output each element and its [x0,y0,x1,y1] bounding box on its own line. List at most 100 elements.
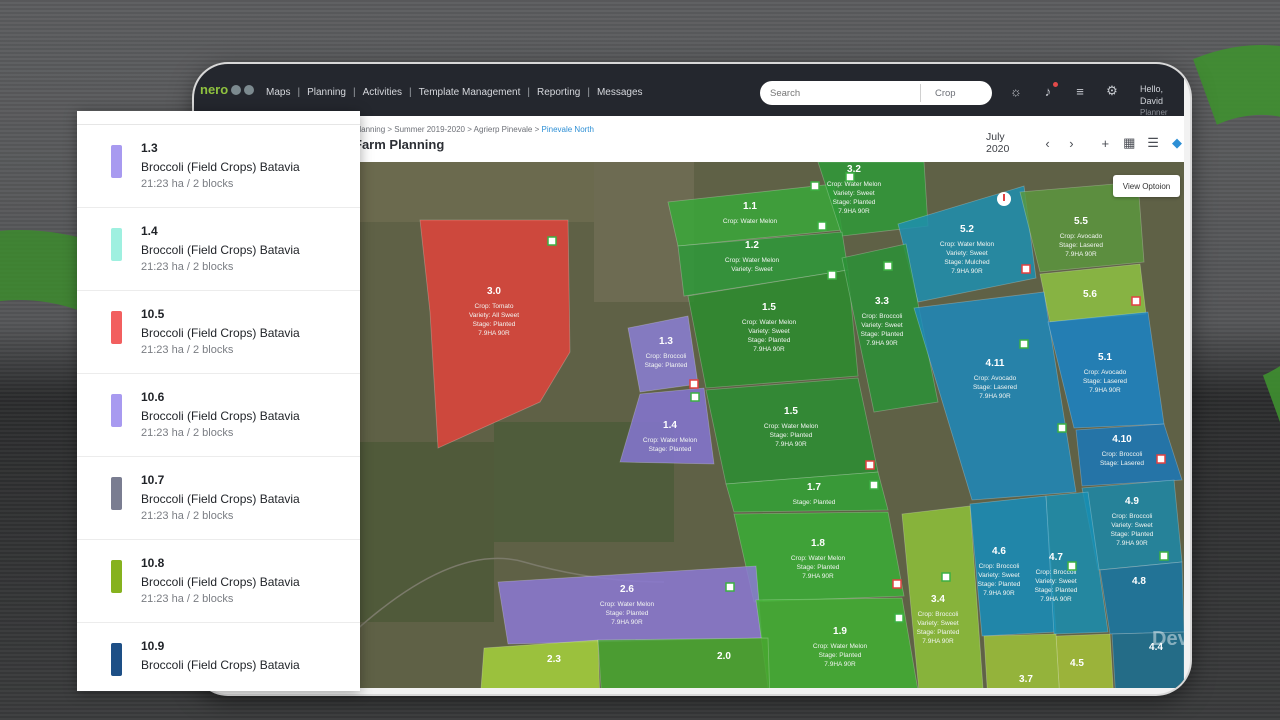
map-field [354,162,604,222]
block-crop-name: Broccoli (Field Crops) Batavia [141,409,300,423]
block-list-item[interactable]: 1.4 Broccoli (Field Crops) Batavia 21:23 h… [77,208,360,291]
plot-detail-text: Stage: Planted [797,564,840,571]
map-view-icon[interactable]: ◆ [1170,135,1184,151]
plot-detail-text: Crop: Water Melon [723,218,778,225]
block-list-item[interactable]: 10.8 Broccoli (Field Crops) Batavia 21:23 … [77,540,360,623]
add-icon[interactable]: + [1098,136,1112,151]
plot-status-marker-icon[interactable] [689,379,699,389]
block-area: 21:23 ha / 2 blocks [141,510,234,522]
block-number: 10.6 [141,390,165,404]
plot-status-marker-icon[interactable] [894,613,904,623]
block-list-item[interactable]: 10.6 Broccoli (Field Crops) Batavia 21:23 … [77,374,360,457]
calendar-icon[interactable]: ▦ [1122,135,1136,151]
plot-status-marker-icon[interactable] [827,270,837,280]
weather-icon[interactable]: ☼ [1009,84,1023,99]
color-swatch [111,643,122,676]
plot-detail-text: Variety: Sweet [731,266,773,273]
notification-bell-icon[interactable]: ♪ [1041,82,1058,99]
list-view-icon[interactable]: ☰ [1146,135,1160,151]
plot-status-marker-icon[interactable] [1159,551,1169,561]
field-plot[interactable] [705,377,879,485]
plot-status-marker-icon[interactable] [1131,296,1141,306]
color-swatch [111,394,122,427]
search-filter-select[interactable]: Crop [921,88,956,99]
field-plot[interactable] [1099,561,1184,635]
plot-detail-text: 7.9HA 90R [1116,540,1148,547]
block-number: 10.8 [141,556,165,570]
plot-detail-text: Variety: Sweet [1035,578,1077,585]
plot-id-label: 4.10 [1112,434,1132,445]
plot-id-label: 1.1 [743,201,757,212]
plot-detail-text: Crop: Water Melon [791,555,846,562]
plot-status-marker-icon[interactable] [1021,264,1031,274]
plot-id-label: 4.8 [1132,576,1146,587]
block-list-item[interactable]: 10.5 Broccoli (Field Crops) Batavia 21:23 … [77,291,360,374]
plot-id-label: 1.5 [784,406,798,417]
plot-detail-text: Stage: Lasered [1100,460,1144,467]
plot-detail-text: Crop: Avocado [1084,369,1127,376]
field-plot[interactable] [480,639,600,688]
chevron-left-icon[interactable]: ‹ [1041,136,1055,151]
breadcrumb-item[interactable]: Agrierp Pinevale [474,125,533,134]
sliders-icon[interactable]: ≡ [1073,84,1087,99]
plot-status-marker-icon[interactable] [690,392,700,402]
plot-status-marker-icon[interactable] [725,582,735,592]
breadcrumb-item[interactable]: Summer 2019-2020 [394,125,465,134]
plot-status-marker-icon[interactable] [1057,423,1067,433]
block-list-item[interactable]: 10.9 Broccoli (Field Crops) Batavia [77,623,360,691]
user-greeting[interactable]: Hello, David Planner [1140,83,1184,119]
plot-detail-text: Variety: Sweet [833,190,875,197]
block-number: 1.4 [141,224,158,238]
plot-status-marker-icon[interactable] [845,172,855,182]
plot-detail-text: Crop: Water Melon [940,241,995,248]
plot-status-marker-icon[interactable] [547,236,557,246]
color-swatch [111,228,122,261]
plot-status-marker-icon[interactable] [941,572,951,582]
plot-detail-text: Crop: Water Melon [643,437,698,444]
plot-id-label: 1.3 [659,336,673,347]
block-list-item[interactable]: 10.7 Broccoli (Field Crops) Batavia 21:23 … [77,457,360,540]
plot-detail-text: Stage: Planted [649,446,692,453]
nav-messages[interactable]: Messages [590,87,650,98]
plot-status-marker-icon[interactable] [892,579,902,589]
block-area: 21:23 ha / 2 blocks [141,261,234,273]
plot-detail-text: 7.9HA 90R [1089,387,1121,394]
block-crop-name: Broccoli (Field Crops) Batavia [141,243,300,257]
block-area: 21:23 ha / 2 blocks [141,178,234,190]
page-title: Farm Planning [354,137,445,152]
gear-icon[interactable]: ⚙ [1105,83,1119,98]
plot-id-label: 3.7 [1019,674,1033,685]
plot-id-label: 1.7 [807,482,821,493]
plot-status-marker-icon[interactable] [1156,454,1166,464]
plot-detail-text: Crop: Broccoli [646,353,687,360]
notification-badge [1053,82,1058,87]
block-list-item[interactable]: 1.3 Broccoli (Field Crops) Batavia 21:23 h… [77,125,360,208]
chevron-right-icon[interactable]: › [1065,136,1079,151]
plot-id-label: 5.5 [1074,216,1088,227]
nav-activities[interactable]: Activities [356,87,409,98]
plot-status-marker-icon[interactable] [1019,339,1029,349]
plot-status-marker-icon[interactable] [817,221,827,231]
color-swatch [111,311,122,344]
nav-template-management[interactable]: Template Management [412,87,528,98]
field-plot[interactable] [1055,633,1114,688]
plot-id-label: 4.5 [1070,658,1084,669]
plot-status-marker-icon[interactable] [810,181,820,191]
plot-status-marker-icon[interactable] [865,460,875,470]
plot-status-marker-icon[interactable] [869,480,879,490]
nav-planning[interactable]: Planning [300,87,353,98]
search-input[interactable] [760,87,920,99]
app-logo: nero [200,82,255,97]
plot-status-marker-icon[interactable] [1067,561,1077,571]
nav-maps[interactable]: Maps [259,87,297,98]
plot-detail-text: Stage: Planted [861,331,904,338]
nav-reporting[interactable]: Reporting [530,87,587,98]
field-plot[interactable] [597,637,770,688]
plot-id-label: 5.1 [1098,352,1112,363]
plot-status-marker-icon[interactable] [883,261,893,271]
plot-detail-text: 7.9HA 90R [983,590,1015,597]
plot-detail-text: Stage: Planted [917,629,960,636]
plot-detail-text: 7.9HA 90R [1040,596,1072,603]
month-label: July 2020 [986,131,1010,155]
view-options-button[interactable]: View Optoion [1113,175,1180,197]
